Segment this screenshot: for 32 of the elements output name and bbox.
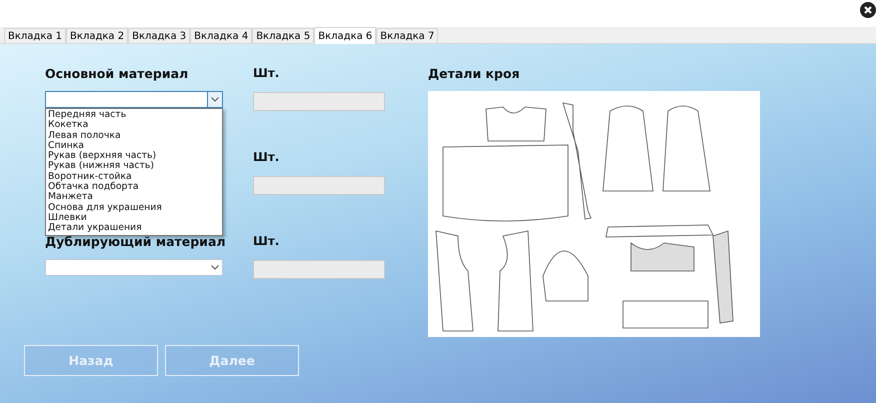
preview-title: Детали кроя [428,66,521,83]
tab[interactable]: Вкладка 2 [66,28,128,43]
dropdown-option[interactable]: Левая полочка [48,130,220,141]
dropdown-option[interactable]: Рукав (нижняя часть) [48,161,220,172]
dropdown-option[interactable]: Основа для украшения [48,202,220,213]
tab[interactable]: Вкладка 5 [252,28,314,43]
tab[interactable]: Вкладка 4 [190,28,252,43]
combo-box[interactable] [45,259,223,276]
quantity-field[interactable] [253,176,385,195]
tab[interactable]: Вкладка 1 [4,28,66,43]
dropdown-option[interactable]: Рукав (верхняя часть) [48,151,220,162]
dropdown-option[interactable]: Воротник-стойка [48,172,220,182]
chevron-down-icon [211,97,219,102]
field-label: Шт. [253,66,280,80]
dropdown-option[interactable]: Манжета [48,192,220,203]
dropdown-option[interactable]: Детали украшения [48,223,220,234]
dropdown-option[interactable]: Спинка [48,140,220,152]
dropdown-option[interactable]: Кокетка [48,120,220,131]
dropdown-option[interactable]: Обтачка подборта [48,182,220,192]
field-label: Дублирующий материал [45,234,227,249]
field-label: Шт. [253,150,280,164]
chevron-down-icon [211,265,219,270]
field-label: Основной материал [45,66,190,81]
tab[interactable]: Вкладка 3 [128,28,190,43]
dropdown-option[interactable]: Передняя часть [48,110,220,120]
tab[interactable]: Вкладка 7 [376,28,438,43]
tab[interactable]: Вкладка 6 [314,27,376,44]
dropdown-option[interactable]: Шлевки [48,212,220,224]
field-label: Шт. [253,234,280,248]
quantity-field[interactable] [253,92,385,111]
quantity-field[interactable] [253,260,385,279]
close-icon[interactable] [860,2,876,18]
